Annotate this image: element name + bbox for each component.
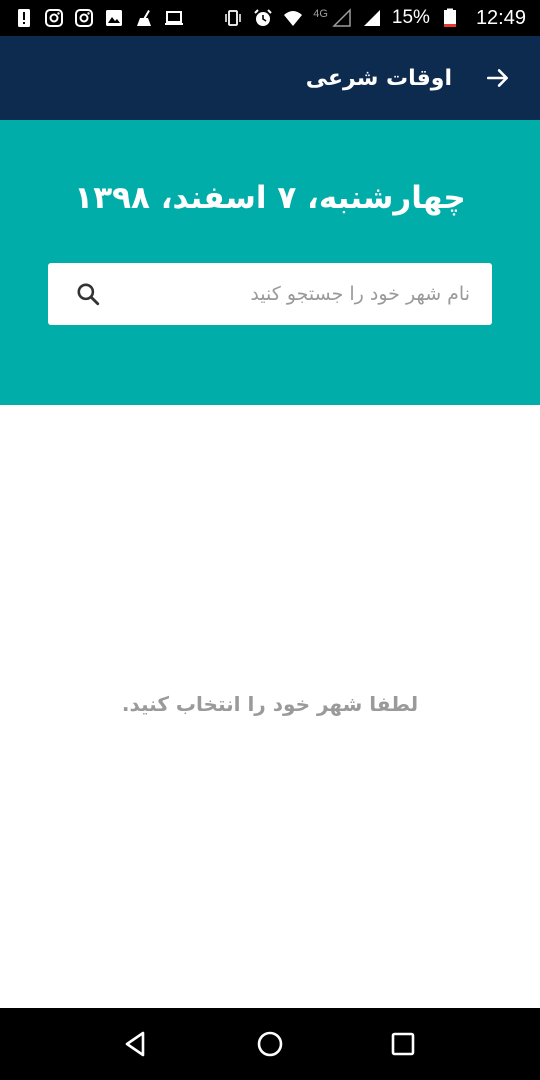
status-bar-notifications xyxy=(14,8,184,28)
back-triangle-icon xyxy=(125,1031,144,1057)
battery-percent: 15% xyxy=(391,7,430,28)
city-search-box[interactable] xyxy=(48,263,492,325)
image-icon xyxy=(104,8,124,28)
network-type-label: 4G xyxy=(313,8,328,20)
back-button[interactable] xyxy=(484,64,512,92)
alarm-icon xyxy=(253,8,273,28)
search-icon[interactable] xyxy=(74,280,102,308)
arrow-right-icon xyxy=(486,69,508,87)
nav-home-button[interactable] xyxy=(250,1024,290,1064)
instagram-icon xyxy=(44,8,64,28)
signal-icon xyxy=(362,8,382,28)
date-title: چهارشنبه، ۷ اسفند، ۱۳۹۸ xyxy=(74,180,466,216)
alert-icon xyxy=(14,8,34,28)
app-bar: اوقات شرعی xyxy=(0,36,540,120)
status-bar-system: 4G 15% 12:49 xyxy=(223,7,526,30)
vibrate-icon xyxy=(223,8,243,28)
wifi-icon xyxy=(283,8,303,28)
laptop-icon xyxy=(164,8,184,28)
clock: 12:49 xyxy=(475,6,526,29)
instagram-icon xyxy=(74,8,94,28)
recents-square-icon xyxy=(392,1032,415,1056)
status-bar: 4G 15% 12:49 xyxy=(0,0,540,36)
nav-back-button[interactable] xyxy=(117,1024,157,1064)
battery-icon xyxy=(440,8,460,28)
page-title: اوقات شرعی xyxy=(305,65,452,91)
cleaner-icon xyxy=(134,8,154,28)
date-header: چهارشنبه، ۷ اسفند، ۱۳۹۸ xyxy=(0,120,540,405)
empty-state-message: لطفا شهر خود را انتخاب کنید. xyxy=(121,692,419,716)
signal-icon xyxy=(332,8,352,28)
city-search-input[interactable] xyxy=(102,263,470,325)
system-nav-bar xyxy=(0,1008,540,1080)
nav-recents-button[interactable] xyxy=(383,1024,423,1064)
home-circle-icon xyxy=(257,1031,283,1057)
